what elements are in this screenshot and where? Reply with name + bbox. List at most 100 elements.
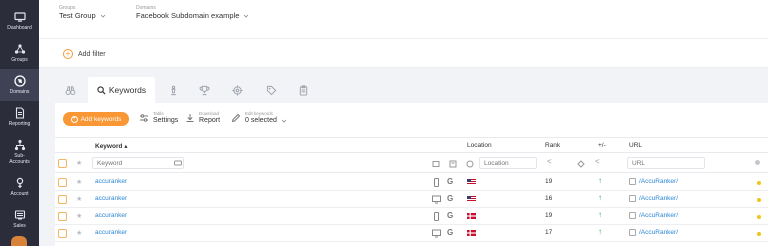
- edit-keywords-button[interactable]: Edit keywords 0 selected: [231, 111, 287, 125]
- table-settings-button[interactable]: Table Settings: [139, 111, 178, 125]
- select-all-checkbox[interactable]: [58, 159, 67, 168]
- table-row[interactable]: ★ accuranker G 17 ↑ /AccuRanker/: [55, 225, 768, 242]
- rank-up-arrow-icon: ↑: [598, 227, 602, 236]
- sidebar-item-label: Reporting: [8, 121, 31, 127]
- status-filter-dot[interactable]: [755, 160, 760, 165]
- keyword-link[interactable]: accuranker: [95, 229, 127, 236]
- top-header: Groups Test Group Domains Facebook Subdo…: [39, 0, 768, 36]
- domains-selector[interactable]: Domains Facebook Subdomain example: [136, 5, 249, 21]
- rank-value: 19: [545, 178, 553, 185]
- monitor-icon: [13, 12, 26, 22]
- url-text: /AccuRanker/: [639, 195, 679, 202]
- sidebar-item-dashboard[interactable]: Dashboard: [0, 5, 39, 37]
- avatar[interactable]: [11, 236, 27, 246]
- page-icon: [629, 229, 636, 236]
- row-checkbox[interactable]: [58, 212, 67, 221]
- search-icon: [97, 85, 106, 95]
- rank-value: 19: [545, 212, 553, 219]
- tab-chess[interactable]: [165, 77, 181, 103]
- edit-keywords-main: 0 selected: [245, 117, 277, 124]
- groups-icon: [14, 44, 25, 54]
- download-report-main: Report: [199, 117, 221, 124]
- column-header-url[interactable]: URL: [629, 142, 642, 149]
- sidebar-item-domains[interactable]: Domains: [0, 69, 39, 101]
- tab-competitors[interactable]: [60, 77, 80, 103]
- location-filter-input[interactable]: [479, 157, 537, 169]
- add-filter-button[interactable]: + Add filter: [63, 49, 106, 59]
- keyword-link[interactable]: accuranker: [95, 178, 127, 185]
- page-icon: [629, 195, 636, 202]
- row-checkbox[interactable]: [58, 229, 67, 238]
- keyword-filter-input[interactable]: [92, 157, 184, 169]
- row-checkbox[interactable]: [58, 178, 67, 187]
- sidebar-item-reporting[interactable]: Reporting: [0, 101, 39, 133]
- tab-keywords[interactable]: Keywords: [88, 77, 155, 103]
- groups-selector-value: Test Group: [59, 11, 96, 20]
- add-keywords-button[interactable]: + Add keywords: [63, 112, 129, 126]
- url-link[interactable]: /AccuRanker/: [629, 195, 678, 202]
- dk-flag-icon: [467, 230, 476, 236]
- column-header-location[interactable]: Location: [467, 142, 492, 149]
- sidebar-item-label: Sales: [13, 223, 26, 229]
- sidebar-item-groups[interactable]: Groups: [0, 37, 39, 69]
- sidebar-item-subaccounts[interactable]: Sub- Accounts: [0, 133, 39, 171]
- keyword-link[interactable]: accuranker: [95, 212, 127, 219]
- keyword-link[interactable]: accuranker: [95, 195, 127, 202]
- tab-keywords-label: Keywords: [108, 85, 147, 95]
- chevron-down-icon: [244, 14, 249, 18]
- status-dot: [757, 232, 761, 236]
- url-text: /AccuRanker/: [639, 229, 679, 236]
- domains-icon: [13, 75, 26, 87]
- tab-tags[interactable]: [263, 77, 279, 103]
- serp-feature-filter-icon[interactable]: [577, 160, 585, 168]
- google-icon: G: [447, 194, 454, 203]
- table-row[interactable]: ★ accuranker G 16 ↑ /AccuRanker/: [55, 191, 768, 208]
- table-row[interactable]: ★ accuranker G 19 ↑ /AccuRanker/: [55, 208, 768, 225]
- rank-compare-icon[interactable]: <: [547, 157, 555, 166]
- star-icon[interactable]: ★: [76, 159, 82, 167]
- report-icon: [15, 107, 24, 119]
- chevron-down-icon: [281, 119, 287, 123]
- rank-up-arrow-icon: ↑: [598, 176, 602, 185]
- device-filter-icon[interactable]: [432, 160, 440, 168]
- sidebar-item-account[interactable]: Account: [0, 171, 39, 203]
- download-report-button[interactable]: Download Report: [185, 111, 220, 125]
- url-link[interactable]: /AccuRanker/: [629, 178, 678, 185]
- column-header-rank[interactable]: Rank: [545, 142, 560, 149]
- star-icon[interactable]: ★: [76, 178, 82, 186]
- star-icon[interactable]: ★: [76, 212, 82, 220]
- table-row[interactable]: ★ accuranker G 19 ↑ /AccuRanker/: [55, 174, 768, 191]
- table-filter-row: ★ < <: [55, 153, 768, 173]
- row-checkbox[interactable]: [58, 195, 67, 204]
- url-filter-input[interactable]: [627, 157, 705, 169]
- star-icon[interactable]: ★: [76, 195, 82, 203]
- search-engine-filter-icon[interactable]: [449, 160, 457, 168]
- rank-value: 17: [545, 229, 553, 236]
- tab-notes[interactable]: [295, 77, 311, 103]
- change-compare-icon[interactable]: <: [595, 157, 603, 166]
- tab-trophy[interactable]: [196, 77, 212, 103]
- chess-icon: [170, 85, 176, 95]
- tab-target[interactable]: [229, 77, 245, 103]
- rank-value: 16: [545, 195, 553, 202]
- table-settings-main: Settings: [153, 117, 179, 124]
- star-icon[interactable]: ★: [76, 229, 82, 237]
- url-link[interactable]: /AccuRanker/: [629, 229, 678, 236]
- rank-up-arrow-icon: ↑: [598, 193, 602, 202]
- country-filter-icon[interactable]: [466, 160, 474, 168]
- url-link[interactable]: /AccuRanker/: [629, 212, 678, 219]
- settings-sliders-icon: [140, 114, 148, 122]
- tag-filter-icon[interactable]: [174, 159, 182, 167]
- desktop-icon: [432, 195, 441, 204]
- column-header-keyword[interactable]: Keyword ▴: [95, 142, 128, 150]
- sidebar: Dashboard Groups Domains Reporting Sub- …: [0, 0, 39, 246]
- groups-selector[interactable]: Groups Test Group: [59, 5, 106, 21]
- trophy-icon: [199, 85, 209, 95]
- column-header-change[interactable]: +/-: [598, 142, 606, 149]
- table-header: Keyword ▴ Location Rank +/- URL: [55, 137, 768, 153]
- sidebar-item-label: Groups: [11, 57, 28, 63]
- page-icon: [629, 178, 636, 185]
- sidebar-item-sales[interactable]: Sales: [0, 203, 39, 235]
- page-icon: [629, 212, 636, 219]
- mobile-icon: [434, 212, 439, 221]
